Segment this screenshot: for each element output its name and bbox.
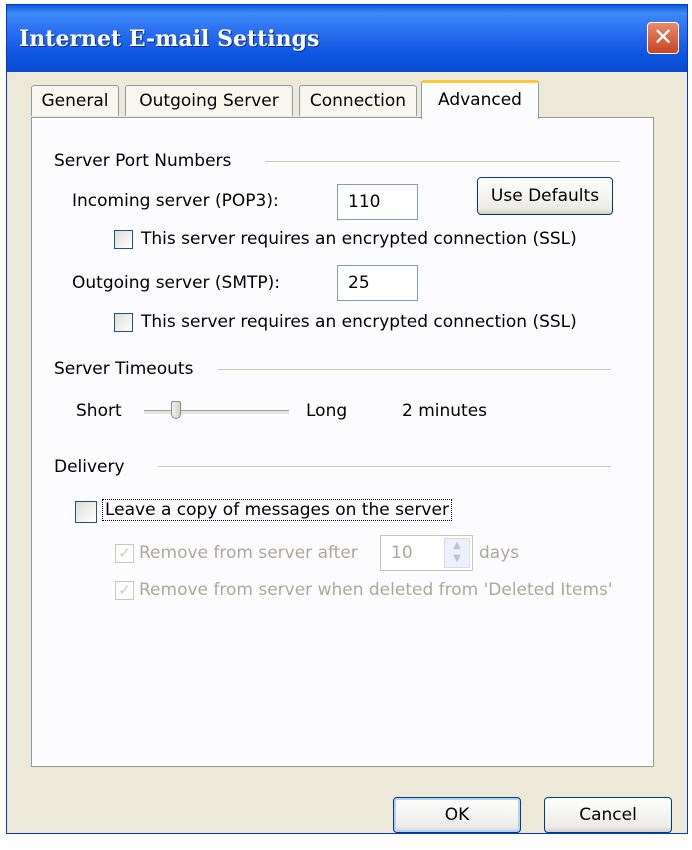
- group-divider: [218, 369, 611, 370]
- remove-after-label: Remove from server after: [139, 543, 358, 563]
- delivery-heading: Delivery: [54, 457, 125, 477]
- remove-deleted-checkbox[interactable]: ✓: [115, 581, 134, 600]
- use-defaults-button[interactable]: Use Defaults: [477, 177, 613, 215]
- incoming-port-input[interactable]: 110: [337, 184, 418, 220]
- window-title: Internet E-mail Settings: [19, 26, 320, 52]
- spinner-up-icon[interactable]: ▲: [445, 539, 469, 552]
- timeout-value-text: 2 minutes: [402, 401, 488, 421]
- timeout-long-label: Long: [306, 401, 348, 421]
- timeout-short-label: Short: [76, 401, 122, 421]
- leave-copy-checkbox[interactable]: [75, 501, 97, 523]
- remove-after-checkbox[interactable]: ✓: [115, 544, 134, 563]
- title-bar[interactable]: Internet E-mail Settings ✕: [7, 5, 687, 72]
- timeout-slider[interactable]: [144, 401, 289, 423]
- leave-copy-label: Leave a copy of messages on the server: [102, 499, 452, 521]
- outgoing-server-label: Outgoing server (SMTP):: [72, 273, 281, 293]
- server-timeouts-heading: Server Timeouts: [54, 359, 194, 379]
- advanced-tab-panel: Server Port Numbers Incoming server (POP…: [31, 117, 654, 767]
- internet-email-settings-dialog: Internet E-mail Settings ✕ General Outgo…: [6, 4, 688, 834]
- outgoing-ssl-checkbox[interactable]: [114, 313, 133, 332]
- tab-general[interactable]: General: [31, 85, 119, 116]
- incoming-ssl-label: This server requires an encrypted connec…: [141, 229, 577, 249]
- tab-connection[interactable]: Connection: [299, 85, 417, 116]
- spinner-down-icon[interactable]: ▼: [445, 552, 469, 565]
- group-divider: [158, 466, 611, 467]
- cancel-button[interactable]: Cancel: [544, 797, 672, 833]
- close-button[interactable]: ✕: [647, 22, 679, 54]
- slider-thumb[interactable]: [171, 401, 181, 419]
- outgoing-port-input[interactable]: 25: [337, 265, 418, 301]
- server-port-numbers-heading: Server Port Numbers: [54, 151, 232, 171]
- incoming-ssl-checkbox[interactable]: [114, 230, 133, 249]
- check-mark-icon: ✓: [118, 544, 131, 562]
- incoming-server-label: Incoming server (POP3):: [72, 191, 279, 211]
- outgoing-ssl-label: This server requires an encrypted connec…: [141, 312, 577, 332]
- group-divider: [265, 161, 620, 162]
- days-label: days: [479, 543, 520, 563]
- remove-deleted-label: Remove from server when deleted from 'De…: [139, 580, 613, 600]
- remove-after-days-value: 10: [391, 543, 413, 563]
- close-icon: ✕: [652, 23, 674, 51]
- tab-outgoing-server[interactable]: Outgoing Server: [125, 85, 293, 116]
- tab-advanced[interactable]: Advanced: [421, 80, 539, 119]
- ok-button[interactable]: OK: [393, 797, 521, 833]
- days-spinner[interactable]: ▲ ▼: [444, 538, 470, 568]
- check-mark-icon: ✓: [118, 581, 131, 599]
- slider-track: [144, 410, 289, 415]
